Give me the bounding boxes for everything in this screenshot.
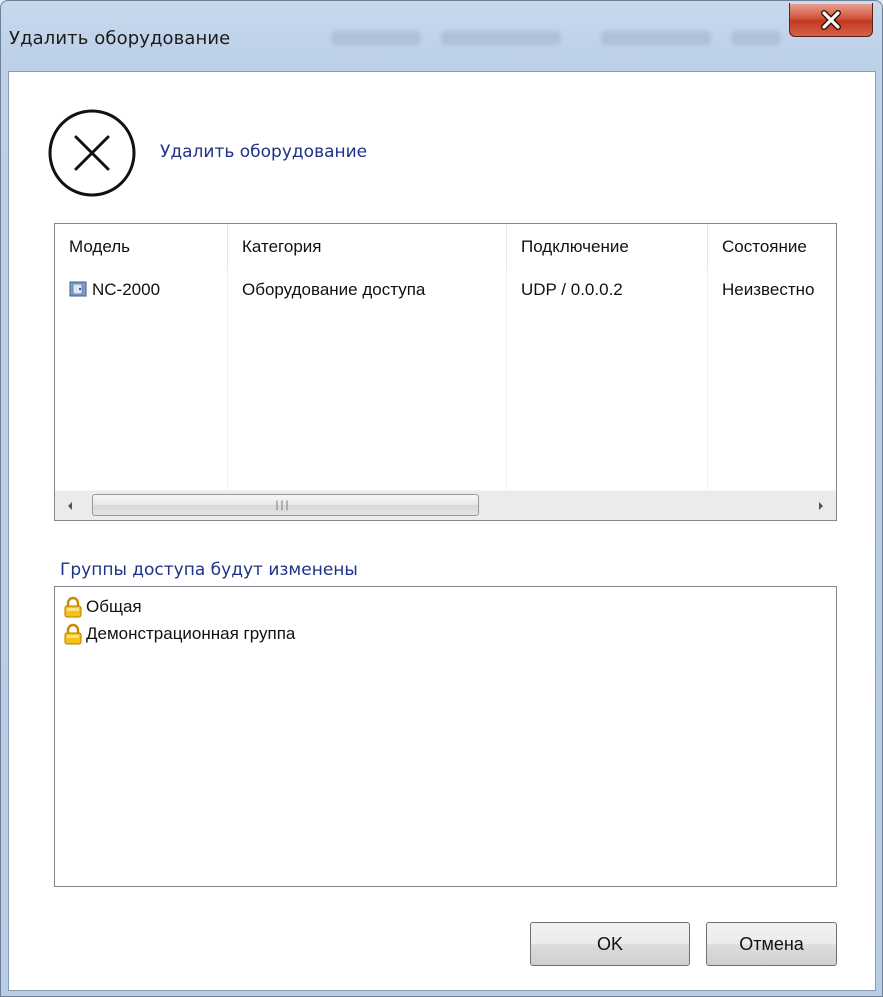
cell-category: Оборудование доступа xyxy=(242,280,426,299)
dialog-window: Удалить оборудование Удалить оборудовани… xyxy=(0,0,883,997)
window-title: Удалить оборудование xyxy=(9,28,231,49)
lock-icon xyxy=(64,596,82,618)
cancel-button[interactable]: Отмена xyxy=(706,922,837,966)
groups-list[interactable]: Общая Демонстрационная группа xyxy=(54,586,837,887)
dialog-client-area: Удалить оборудование Модель Категория По… xyxy=(8,71,876,991)
cell-model: NC-2000 xyxy=(69,274,224,306)
group-label: Демонстрационная группа xyxy=(86,624,296,643)
close-icon xyxy=(821,9,841,30)
column-separator xyxy=(227,269,228,490)
group-label: Общая xyxy=(86,597,142,616)
column-separator xyxy=(707,269,708,490)
list-item[interactable]: Общая xyxy=(63,594,142,620)
scroll-right-button[interactable] xyxy=(806,491,836,520)
cell-connection: UDP / 0.0.0.2 xyxy=(521,280,623,299)
device-icon xyxy=(69,281,87,297)
circle-x-icon xyxy=(48,109,136,197)
close-button[interactable] xyxy=(789,3,873,37)
scroll-thumb[interactable]: ||| xyxy=(92,494,479,516)
column-separator xyxy=(506,269,507,490)
column-header-connection[interactable]: Подключение xyxy=(507,224,708,269)
model-text: NC-2000 xyxy=(92,280,161,299)
title-bar[interactable]: Удалить оборудование xyxy=(1,1,882,71)
column-header-status[interactable]: Состояние xyxy=(708,224,836,269)
cell-status: Неизвестно xyxy=(722,280,815,299)
scroll-left-button[interactable] xyxy=(55,491,85,520)
column-header-model[interactable]: Модель xyxy=(55,224,228,269)
arrow-right-icon xyxy=(819,502,823,510)
list-item[interactable]: Демонстрационная группа xyxy=(63,621,295,647)
lock-icon xyxy=(64,623,82,645)
ok-button[interactable]: OK xyxy=(530,922,690,966)
horizontal-scrollbar[interactable]: ||| xyxy=(55,490,836,520)
arrow-left-icon xyxy=(68,502,72,510)
scroll-grip: ||| xyxy=(274,500,290,511)
header-title: Удалить оборудование xyxy=(160,142,368,162)
groups-section-label: Группы доступа будут изменены xyxy=(60,560,358,580)
column-header-category[interactable]: Категория xyxy=(228,224,507,269)
equipment-list[interactable]: Модель Категория Подключение Состояние N… xyxy=(54,223,837,521)
